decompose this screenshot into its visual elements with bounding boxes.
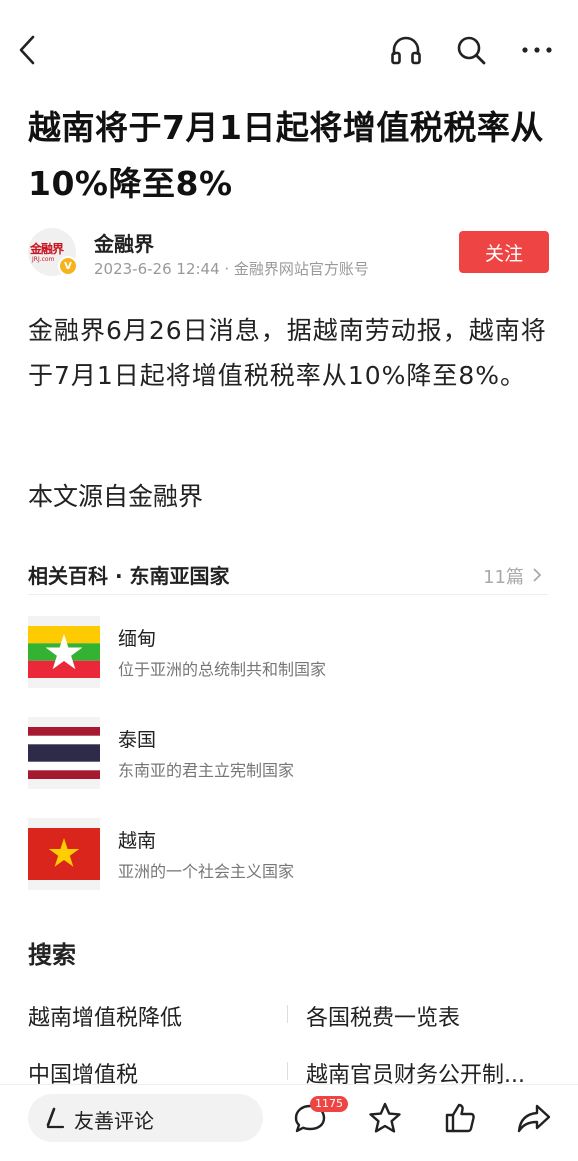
- back-arrow-icon[interactable]: [8, 30, 48, 70]
- comment-count-badge: 1175: [310, 1096, 348, 1112]
- headphones-icon[interactable]: [386, 30, 426, 70]
- related-count-text: 11篇: [483, 567, 524, 588]
- related-item-name: 泰国: [118, 729, 157, 751]
- top-bar: [0, 0, 578, 100]
- article-source-line: 本文源自金融界: [28, 482, 204, 511]
- chevron-right-icon: [532, 567, 542, 588]
- related-header[interactable]: 相关百科 · 东南亚国家 11篇: [28, 555, 548, 595]
- avatar-logo-text: 金融界: [30, 242, 64, 256]
- thailand-flag-icon: [28, 717, 100, 789]
- related-count: 11篇: [483, 563, 542, 589]
- pen-icon: [44, 1106, 66, 1134]
- author-row: 金融界 JRJ.com V 金融界 2023-6-26 12:44 · 金融界网…: [28, 226, 550, 280]
- share-arrow-icon[interactable]: [514, 1098, 554, 1138]
- avatar-logo-subtext: JRJ.com: [32, 256, 55, 263]
- related-item-desc: 东南亚的君主立宪制国家: [118, 761, 295, 780]
- author-meta: 2023-6-26 12:44 · 金融界网站官方账号: [94, 260, 369, 278]
- comment-placeholder: 友善评论: [74, 1109, 154, 1133]
- thumbs-up-icon[interactable]: [440, 1098, 480, 1138]
- related-item-desc: 位于亚洲的总统制共和制国家: [118, 660, 327, 679]
- search-icon[interactable]: [451, 30, 491, 70]
- search-section-title: 搜索: [28, 941, 76, 969]
- search-link[interactable]: 越南增值税降低: [28, 1000, 182, 1032]
- related-item-thailand[interactable]: 泰国 东南亚的君主立宪制国家: [28, 717, 548, 791]
- more-dots-icon[interactable]: [517, 30, 557, 70]
- related-item-myanmar[interactable]: 缅甸 位于亚洲的总统制共和制国家: [28, 616, 548, 690]
- related-item-vietnam[interactable]: 越南 亚洲的一个社会主义国家: [28, 818, 548, 892]
- article-body: 金融界6月26日消息，据越南劳动报，越南将于7月1日起将增值税税率从10%降至8…: [28, 316, 547, 390]
- related-title: 相关百科 · 东南亚国家: [28, 564, 230, 588]
- vietnam-flag-icon: [28, 818, 100, 890]
- bottom-action-bar: 友善评论 1175: [0, 1084, 578, 1161]
- search-link[interactable]: 各国税费一览表: [306, 1000, 460, 1032]
- related-item-desc: 亚洲的一个社会主义国家: [118, 862, 295, 881]
- article-title: 越南将于7月1日起将增值税税率从10%降至8%: [28, 108, 544, 203]
- follow-button[interactable]: 关注: [459, 231, 549, 273]
- related-item-name: 越南: [118, 830, 157, 852]
- search-divider: [287, 1062, 288, 1080]
- star-favorite-icon[interactable]: [365, 1098, 405, 1138]
- myanmar-flag-icon: [28, 616, 100, 688]
- verified-badge-icon: V: [58, 256, 78, 276]
- comment-input[interactable]: 友善评论: [28, 1094, 263, 1142]
- author-name[interactable]: 金融界: [94, 228, 154, 257]
- search-divider: [287, 1005, 288, 1023]
- related-item-name: 缅甸: [118, 628, 157, 650]
